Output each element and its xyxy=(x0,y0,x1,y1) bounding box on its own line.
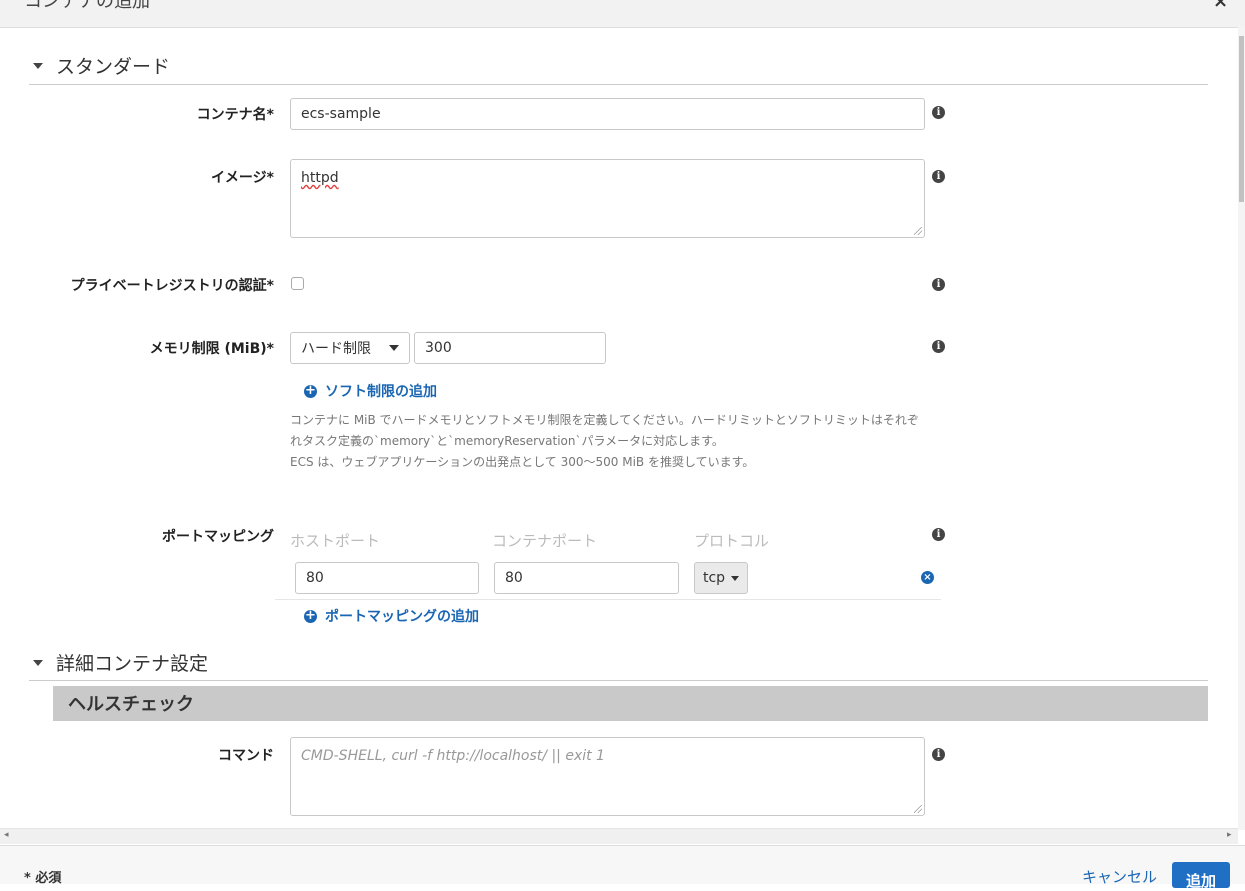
scroll-left-arrow-icon[interactable]: ◂ xyxy=(4,830,9,840)
section-divider xyxy=(29,84,1208,85)
info-icon[interactable]: i xyxy=(932,278,945,291)
info-icon[interactable]: i xyxy=(932,340,945,353)
info-icon[interactable]: i xyxy=(932,170,945,183)
collapse-caret-icon[interactable] xyxy=(33,660,43,666)
protocol-column-header: プロトコル xyxy=(694,532,770,550)
command-placeholder: CMD-SHELL, curl -f http://localhost/ || … xyxy=(301,748,605,764)
image-value: httpd xyxy=(301,170,339,186)
resize-handle[interactable] xyxy=(914,227,922,235)
add-port-mapping-link[interactable]: + ポートマッピングの追加 xyxy=(304,606,479,626)
memory-limit-input[interactable]: 300 xyxy=(414,332,606,364)
add-button[interactable]: 追加 xyxy=(1172,862,1230,890)
info-icon[interactable]: i xyxy=(932,106,945,119)
healthcheck-header-bar xyxy=(53,686,1208,721)
section-divider xyxy=(29,680,1208,681)
section-title-standard[interactable]: スタンダード xyxy=(56,52,170,79)
plus-circle-icon: + xyxy=(304,382,317,398)
host-port-input[interactable]: 80 xyxy=(295,562,479,594)
resize-handle[interactable] xyxy=(914,805,922,813)
chevron-down-icon xyxy=(389,345,399,351)
section-title-advanced[interactable]: 詳細コンテナ設定 xyxy=(56,649,208,676)
add-soft-limit-link[interactable]: + ソフト制限の追加 xyxy=(304,381,437,401)
container-port-input[interactable]: 80 xyxy=(494,562,679,594)
vertical-scrollbar-thumb[interactable] xyxy=(1239,36,1244,202)
container-name-input[interactable]: ecs-sample xyxy=(290,98,925,130)
private-registry-checkbox[interactable] xyxy=(291,277,304,290)
host-port-column-header: ホストポート xyxy=(290,532,381,550)
info-icon[interactable]: i xyxy=(932,528,945,541)
image-textarea[interactable]: httpd xyxy=(290,159,925,238)
required-note: * 必須 xyxy=(24,871,62,886)
cancel-button[interactable]: キャンセル xyxy=(1082,866,1157,887)
memory-help-text: コンテナに MiB でハードメモリとソフトメモリ制限を定義してください。ハードリ… xyxy=(290,413,919,469)
scroll-right-arrow-icon[interactable]: ▸ xyxy=(1227,830,1232,840)
chevron-down-icon xyxy=(731,575,740,581)
port-row-divider xyxy=(275,599,941,600)
private-registry-label: プライベートレジストリの認証* xyxy=(70,278,274,294)
modal-title: コンテナの追加 xyxy=(24,0,150,12)
image-label: イメージ* xyxy=(210,170,274,186)
memory-limit-type-select[interactable]: ハード制限 xyxy=(290,332,410,364)
modal-header xyxy=(0,0,1245,28)
plus-circle-icon: + xyxy=(304,607,317,623)
memory-limit-label: メモリ制限 (MiB)* xyxy=(149,341,274,357)
horizontal-scrollbar[interactable] xyxy=(0,828,1238,844)
container-name-label: コンテナ名* xyxy=(196,107,274,123)
protocol-select[interactable]: tcp xyxy=(694,562,748,594)
command-textarea[interactable]: CMD-SHELL, curl -f http://localhost/ || … xyxy=(290,737,925,816)
remove-port-mapping-icon[interactable]: × xyxy=(921,571,934,584)
info-icon[interactable]: i xyxy=(932,748,945,761)
healthcheck-title: ヘルスチェック xyxy=(68,694,194,715)
command-label: コマンド xyxy=(218,748,274,764)
modal-footer xyxy=(0,845,1245,884)
port-mapping-label: ポートマッピング xyxy=(162,529,274,545)
collapse-caret-icon[interactable] xyxy=(33,63,43,69)
container-port-column-header: コンテナポート xyxy=(492,532,598,550)
close-icon[interactable]: × xyxy=(1213,0,1228,12)
